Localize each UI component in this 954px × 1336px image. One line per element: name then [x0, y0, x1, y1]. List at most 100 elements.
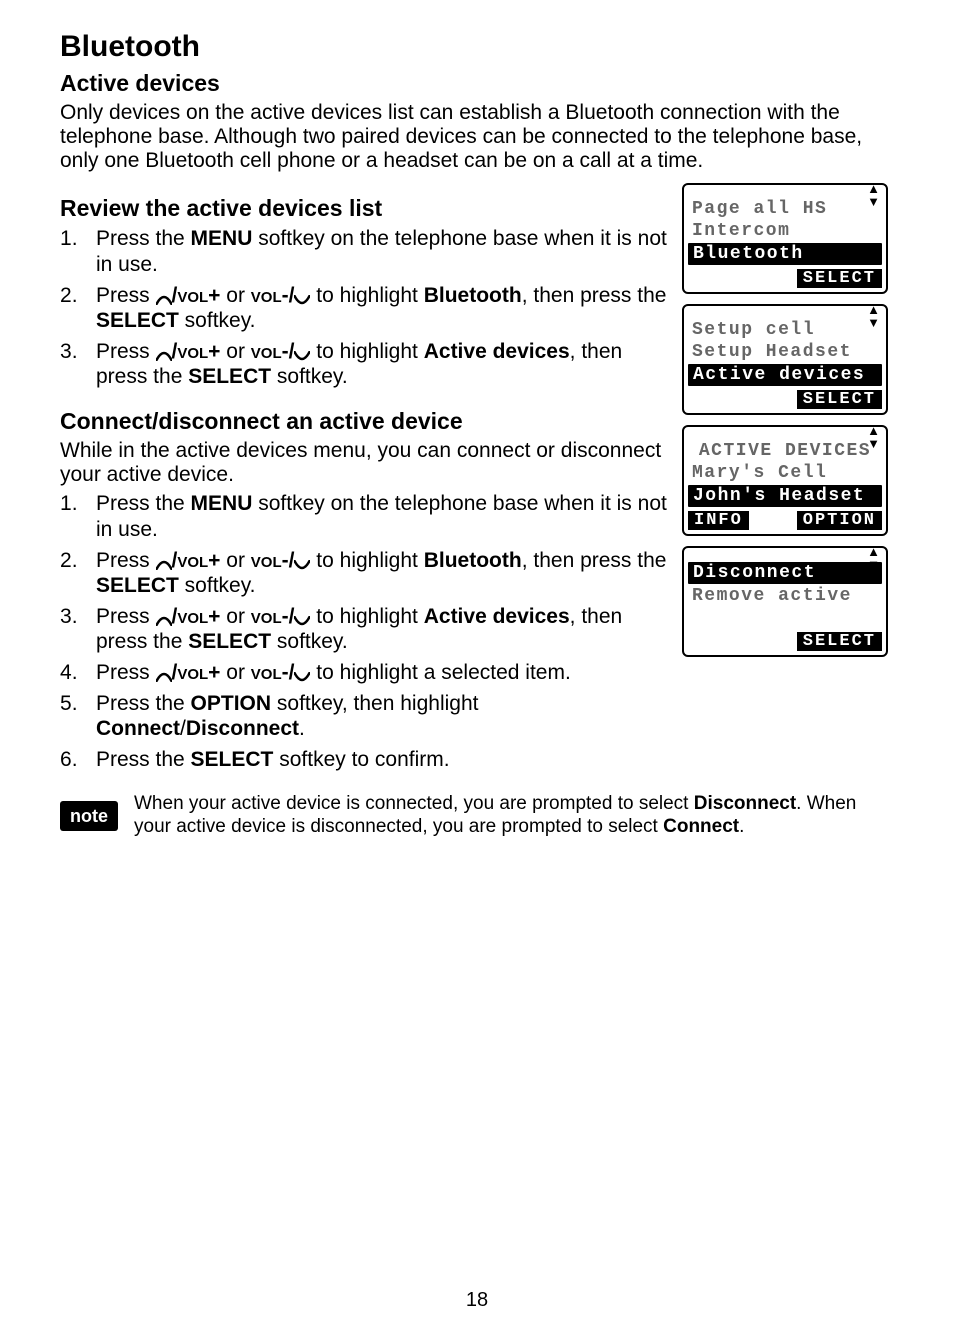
- intro-paragraph: Only devices on the active devices list …: [60, 101, 894, 173]
- review-step-1: Press the MENU softkey on the telephone …: [60, 226, 668, 277]
- text: softkey.: [179, 309, 256, 332]
- arrow-up-icon: [156, 342, 172, 363]
- disconnect-label: Disconnect: [186, 717, 299, 740]
- connect-step-3: Press /vol+ or vol-/ to highlight Active…: [60, 604, 668, 655]
- select-label: SELECT: [96, 574, 179, 597]
- connect-label: Connect: [663, 816, 739, 837]
- vol-up-label: /vol+: [172, 549, 221, 572]
- text: to highlight: [310, 284, 423, 307]
- text: Press the: [96, 692, 191, 715]
- text: , then press the: [522, 284, 667, 307]
- lcd-softkey-select: SELECT: [797, 269, 882, 288]
- lcd-softkey-select: SELECT: [797, 632, 882, 651]
- arrow-up-icon: [156, 286, 172, 307]
- lcd-screen-4: ▲▼ Disconnect Remove active SELECT: [682, 546, 888, 657]
- page-number: 18: [0, 1289, 954, 1312]
- arrow-down-icon: [294, 342, 310, 363]
- lcd-title: ACTIVE DEVICES: [688, 441, 882, 461]
- menu-label: MENU: [191, 492, 253, 515]
- lcd-line: Intercom: [688, 221, 882, 241]
- heading-review: Review the active devices list: [60, 195, 668, 222]
- select-label: SELECT: [188, 365, 271, 388]
- lcd-softkey-info: INFO: [688, 511, 749, 530]
- lcd-line: Setup Headset: [688, 342, 882, 362]
- vol-down-label: vol-/: [251, 605, 295, 628]
- active-devices-label: Active devices: [424, 340, 570, 363]
- scroll-indicator-icon: ▲▼: [867, 545, 880, 571]
- bluetooth-label: Bluetooth: [424, 284, 522, 307]
- lcd-line-selected: Bluetooth: [688, 243, 882, 265]
- text: , then press the: [522, 549, 667, 572]
- lcd-line-selected: Disconnect: [688, 562, 882, 584]
- note-block: note When your active device is connecte…: [60, 793, 894, 838]
- text: to highlight a selected item.: [310, 661, 570, 684]
- connect-step-4: Press /vol+ or vol-/ to highlight a sele…: [60, 660, 668, 686]
- vol-down-label: vol-/: [251, 340, 295, 363]
- text: Press: [96, 661, 156, 684]
- vol-up-label: /vol+: [172, 284, 221, 307]
- lcd-softkey-select: SELECT: [797, 390, 882, 409]
- text: Press: [96, 284, 156, 307]
- arrow-up-icon: [156, 663, 172, 684]
- scroll-indicator-icon: ▲▼: [867, 182, 880, 208]
- lcd-screen-2: ▲▼ Setup cell Setup Headset Active devic…: [682, 304, 888, 415]
- text: Press the: [96, 227, 191, 250]
- note-text: When your active device is connected, yo…: [134, 793, 894, 838]
- arrow-down-icon: [294, 286, 310, 307]
- vol-up-label: /vol+: [172, 605, 221, 628]
- scroll-indicator-icon: ▲▼: [867, 424, 880, 450]
- select-label: SELECT: [191, 748, 274, 771]
- text: softkey, then highlight: [271, 692, 478, 715]
- connect-step-2: Press /vol+ or vol-/ to highlight Blueto…: [60, 548, 668, 599]
- lcd-line: Remove active: [688, 586, 882, 606]
- select-label: SELECT: [96, 309, 179, 332]
- review-step-2: Press /vol+ or vol-/ to highlight Blueto…: [60, 283, 668, 334]
- text: to highlight: [310, 549, 423, 572]
- review-steps-list: Press the MENU softkey on the telephone …: [60, 226, 668, 390]
- arrow-down-icon: [294, 607, 310, 628]
- text: softkey to confirm.: [273, 748, 449, 771]
- lcd-screen-3: ▲▼ ACTIVE DEVICES Mary's Cell John's Hea…: [682, 425, 888, 536]
- text: softkey.: [179, 574, 256, 597]
- bluetooth-label: Bluetooth: [424, 549, 522, 572]
- lcd-line: Setup cell: [688, 320, 882, 340]
- vol-down-label: vol-/: [251, 284, 295, 307]
- arrow-up-icon: [156, 551, 172, 572]
- text: or: [220, 605, 250, 628]
- arrow-down-icon: [294, 663, 310, 684]
- disconnect-label: Disconnect: [694, 793, 796, 814]
- lcd-line-selected: Active devices: [688, 364, 882, 386]
- connect-step-6: Press the SELECT softkey to confirm.: [60, 747, 668, 773]
- text: or: [220, 340, 250, 363]
- scroll-indicator-icon: ▲▼: [867, 303, 880, 329]
- subheading-active-devices: Active devices: [60, 70, 894, 97]
- vol-up-label: /vol+: [172, 340, 221, 363]
- connect-steps-list: Press the MENU softkey on the telephone …: [60, 491, 668, 772]
- lcd-softkey-option: OPTION: [797, 511, 882, 530]
- text: .: [299, 717, 305, 740]
- select-label: SELECT: [188, 630, 271, 653]
- text: Press the: [96, 748, 191, 771]
- connect-intro: While in the active devices menu, you ca…: [60, 439, 668, 487]
- text: to highlight: [310, 340, 423, 363]
- vol-down-label: vol-/: [251, 549, 295, 572]
- option-label: OPTION: [191, 692, 272, 715]
- text: or: [220, 661, 250, 684]
- arrow-down-icon: [294, 551, 310, 572]
- text: or: [220, 284, 250, 307]
- connect-step-1: Press the MENU softkey on the telephone …: [60, 491, 668, 542]
- text: When your active device is connected, yo…: [134, 793, 694, 814]
- text: softkey.: [271, 630, 348, 653]
- active-devices-label: Active devices: [424, 605, 570, 628]
- arrow-up-icon: [156, 607, 172, 628]
- connect-label: Connect: [96, 717, 180, 740]
- menu-label: MENU: [191, 227, 253, 250]
- vol-down-label: vol-/: [251, 661, 295, 684]
- vol-up-label: /vol+: [172, 661, 221, 684]
- lcd-line-selected: John's Headset: [688, 485, 882, 507]
- text: Press: [96, 605, 156, 628]
- lcd-line: Mary's Cell: [688, 463, 882, 483]
- text: to highlight: [310, 605, 423, 628]
- lcd-screen-1: ▲▼ Page all HS Intercom Bluetooth SELECT: [682, 183, 888, 294]
- text: or: [220, 549, 250, 572]
